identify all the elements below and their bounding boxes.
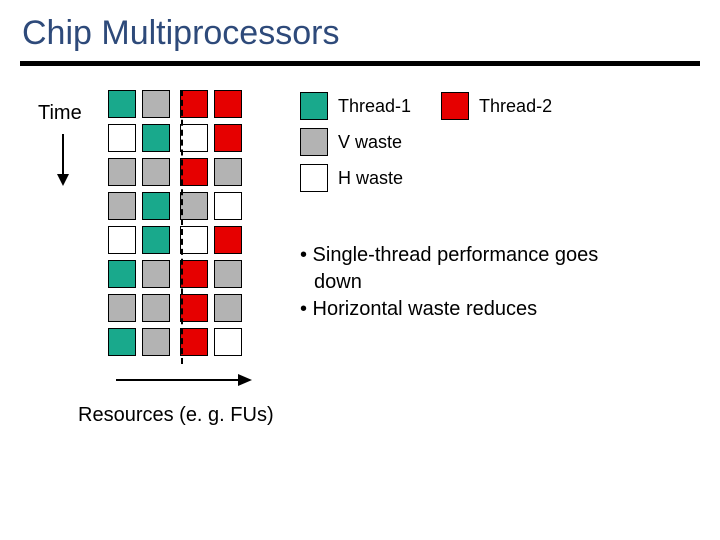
legend-swatch-hwaste <box>300 164 328 192</box>
grid-row <box>108 158 248 186</box>
grid-row <box>108 192 248 220</box>
grid-cell <box>108 328 136 356</box>
grid-cell <box>108 124 136 152</box>
grid-cell <box>214 260 242 288</box>
grid-cell <box>108 192 136 220</box>
grid-cell <box>142 158 170 186</box>
page-title: Chip Multiprocessors <box>0 0 720 61</box>
grid-cell <box>214 226 242 254</box>
bullet-item: • Horizontal waste reduces <box>300 296 598 323</box>
legend-label: Thread-2 <box>479 96 552 117</box>
grid-cell <box>108 260 136 288</box>
grid-cell <box>180 260 208 288</box>
legend-item: H waste <box>300 164 582 192</box>
execution-grid <box>108 90 248 362</box>
grid-cell <box>180 226 208 254</box>
grid-cell <box>142 328 170 356</box>
grid-cell <box>214 124 242 152</box>
grid-cell <box>214 158 242 186</box>
grid-row <box>108 294 248 322</box>
legend-label: H waste <box>338 168 403 189</box>
grid-cell <box>180 158 208 186</box>
grid-cell <box>180 90 208 118</box>
grid-cell <box>180 294 208 322</box>
grid-cell <box>108 226 136 254</box>
grid-cell <box>142 260 170 288</box>
grid-cell <box>142 294 170 322</box>
grid-cell <box>108 90 136 118</box>
grid-cell <box>214 192 242 220</box>
time-axis-label: Time <box>38 102 82 125</box>
bullet-item: • Single-thread performance goes <box>300 242 598 269</box>
bullet-item-cont: down <box>300 269 598 296</box>
processor-divider <box>181 90 183 364</box>
legend-swatch-vwaste <box>300 128 328 156</box>
grid-cell <box>142 90 170 118</box>
legend-item: V waste <box>300 128 582 156</box>
grid-row <box>108 124 248 152</box>
legend-item: Thread-1 Thread-2 <box>300 92 582 120</box>
grid-cell <box>180 328 208 356</box>
arrow-down-icon <box>55 132 71 186</box>
grid-row <box>108 328 248 356</box>
grid-row <box>108 260 248 288</box>
grid-cell <box>180 192 208 220</box>
bullet-list: • Single-thread performance goes down • … <box>300 242 598 323</box>
grid-cell <box>214 294 242 322</box>
grid-row <box>108 90 248 118</box>
grid-cell <box>214 328 242 356</box>
legend-label: V waste <box>338 132 402 153</box>
grid-cell <box>142 226 170 254</box>
legend-swatch-thread1 <box>300 92 328 120</box>
grid-cell <box>108 158 136 186</box>
grid-cell <box>180 124 208 152</box>
legend: Thread-1 Thread-2 V waste H waste <box>300 92 582 200</box>
legend-swatch-thread2 <box>441 92 469 120</box>
grid-cell <box>214 90 242 118</box>
grid-cell <box>142 124 170 152</box>
legend-label: Thread-1 <box>338 96 411 117</box>
arrow-right-icon <box>114 372 254 388</box>
title-underline <box>20 61 700 66</box>
grid-cell <box>108 294 136 322</box>
resources-axis-label: Resources (e. g. FUs) <box>78 404 274 427</box>
grid-row <box>108 226 248 254</box>
grid-cell <box>142 192 170 220</box>
